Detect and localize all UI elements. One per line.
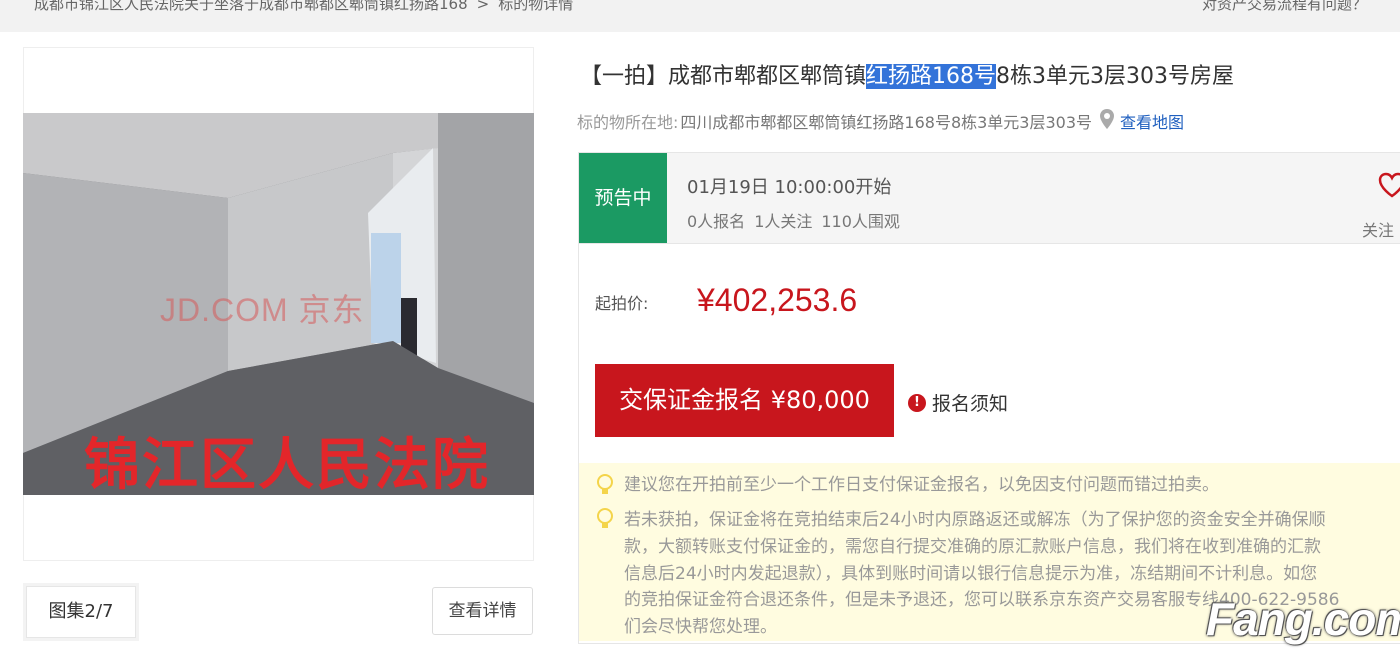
follower-count: 1人关注 bbox=[754, 212, 813, 231]
breadcrumb-item-current: 标的物详情 bbox=[498, 0, 574, 13]
tip-advance-payment: 建议您在开拍前至少一个工作日支付保证金报名，以免因支付问题而错过拍卖。 bbox=[624, 475, 1219, 495]
breadcrumb: 成都市锦江区人民法院关于坐落于成都市郫都区郫筒镇红扬路168 > 标的物详情 bbox=[34, 0, 573, 14]
tip-refund-line: 信息后24小时内发起退款），具体到账时间请以银行信息提示为准，冻结期间不计利息。… bbox=[624, 564, 1318, 584]
auction-start-time: 01月19日 10:00:00开始 bbox=[687, 177, 892, 198]
registered-count: 0人报名 bbox=[687, 212, 746, 231]
status-badge: 预告中 bbox=[579, 153, 667, 243]
lightbulb-icon bbox=[596, 507, 614, 535]
registration-notice-label: 报名须知 bbox=[932, 393, 1009, 415]
registration-notice-link[interactable]: ! 报名须知 bbox=[908, 389, 1008, 416]
title-prefix: 【一拍】成都市郫都区郫筒镇 bbox=[580, 64, 867, 89]
tip-refund-line: 若未获拍，保证金将在竞拍结束后24小时内原路返还或解冻（为了保护您的资金安全并确… bbox=[624, 510, 1326, 530]
tip-refund-line: 们会尽快帮您处理。 bbox=[624, 617, 777, 637]
pay-deposit-register-button[interactable]: 交保证金报名 ¥80,000 bbox=[595, 364, 894, 437]
auction-stats: 0人报名 1人关注 110人围观 bbox=[687, 208, 909, 232]
view-map-link[interactable]: 查看地图 bbox=[1120, 109, 1184, 133]
location-label: 标的物所在地: bbox=[577, 113, 679, 132]
court-label-overlay: 锦江区人民法院 bbox=[84, 433, 490, 498]
breadcrumb-item-case[interactable]: 成都市锦江区人民法院关于坐落于成都市郫都区郫筒镇红扬路168 bbox=[34, 0, 468, 13]
starting-price-value: ¥402,253.6 bbox=[697, 282, 858, 318]
process-help-link[interactable]: 对资产交易流程有问题？ bbox=[1202, 0, 1367, 14]
gallery-counter-button[interactable]: 图集2/7 bbox=[26, 586, 136, 638]
jd-watermark: JD.COM 京东 bbox=[160, 292, 365, 328]
heart-icon[interactable] bbox=[1378, 172, 1400, 202]
location-row: 标的物所在地: 四川成都市郫都区郫筒镇红扬路168号8栋3单元3层303号 查看… bbox=[577, 109, 1184, 133]
starting-price-label: 起拍价: bbox=[595, 294, 649, 313]
fang-watermark-logo: Fang.com bbox=[1206, 593, 1400, 645]
exclamation-icon: ! bbox=[908, 393, 926, 412]
page-title: 【一拍】成都市郫都区郫筒镇红扬路168号8栋3单元3层303号房屋 bbox=[580, 58, 1234, 90]
top-bar: 成都市锦江区人民法院关于坐落于成都市郫都区郫筒镇红扬路168 > 标的物详情 对资产… bbox=[0, 0, 1400, 32]
location-address: 四川成都市郫都区郫筒镇红扬路168号8栋3单元3层303号 bbox=[680, 113, 1093, 132]
title-suffix: 8栋3单元3层303号房屋 bbox=[996, 64, 1234, 89]
follow-button-label[interactable]: 关注 bbox=[1362, 217, 1394, 241]
title-highlight: 红扬路168号 bbox=[866, 64, 997, 89]
lightbulb-icon bbox=[596, 473, 614, 501]
view-details-button[interactable]: 查看详情 bbox=[432, 587, 533, 635]
viewer-count: 110人围观 bbox=[821, 212, 900, 231]
breadcrumb-separator: > bbox=[476, 0, 490, 13]
location-pin-icon bbox=[1100, 109, 1115, 133]
tip-refund-line: 款，大额转账支付保证金的，需您自行提交准确的原汇款账户信息，我们将在收到准确的汇… bbox=[624, 537, 1321, 557]
